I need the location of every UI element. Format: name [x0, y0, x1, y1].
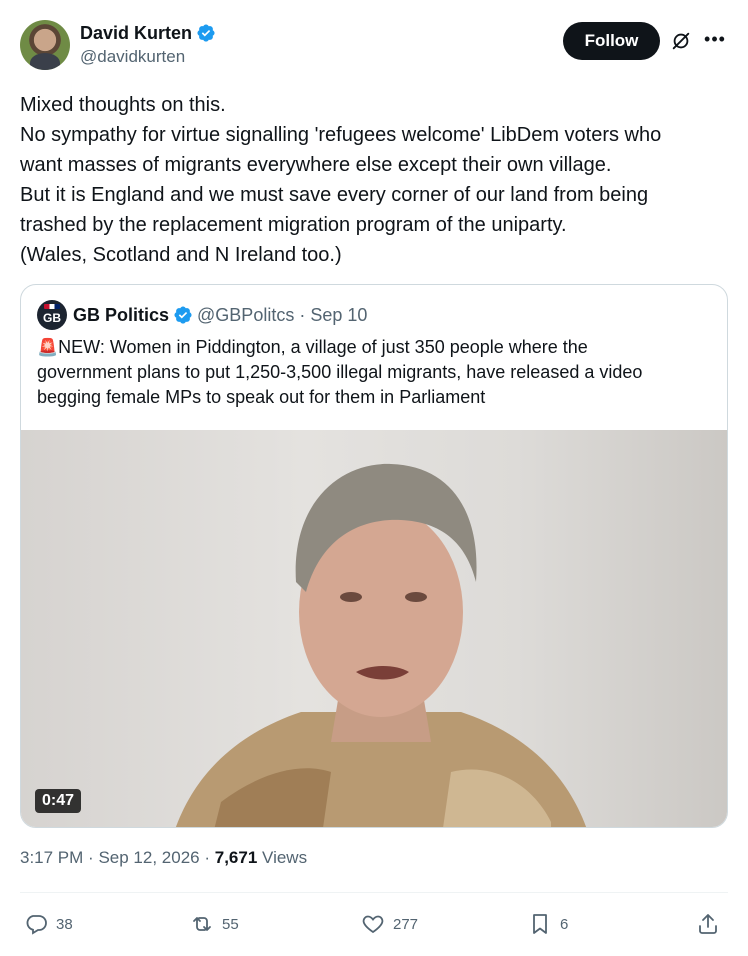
separator: · [204, 848, 211, 867]
quoted-tweet[interactable]: GB GB Politics @GBPolitcs · Sep 10 🚨NEW:… [20, 284, 728, 828]
share-icon [699, 914, 717, 934]
reply-icon [26, 915, 47, 935]
action-bar: 38 55 277 6 [20, 906, 728, 942]
author-name[interactable]: David Kurten [80, 22, 192, 44]
video-thumbnail [175, 463, 587, 827]
tweet-text: Mixed thoughts on this. No sympathy for … [20, 90, 730, 270]
views-label: Views [262, 848, 308, 867]
like-icon [362, 915, 384, 934]
tweet-meta: 3:17 PM · Sep 12, 2026 · 7,671 Views [20, 848, 307, 868]
quoted-author-name[interactable]: GB Politics [73, 305, 169, 326]
verified-badge-icon [197, 24, 215, 42]
like-button[interactable]: 277 [361, 906, 418, 942]
siren-icon: 🚨 [37, 338, 59, 357]
bookmark-icon [533, 914, 547, 934]
tweet-line: (Wales, Scotland and N Ireland too.) [20, 244, 342, 266]
quoted-date[interactable]: Sep 10 [310, 305, 367, 326]
tweet-header: David Kurten @davidkurten Follow ••• [20, 20, 728, 72]
views-count: 7,671 [214, 848, 258, 867]
quoted-author-handle[interactable]: @GBPolitcs [197, 305, 294, 326]
author-handle[interactable]: @davidkurten [80, 46, 216, 68]
tweet-line: But it is England and we must save every… [20, 184, 649, 206]
separator: · [299, 304, 306, 325]
bookmark-count: 6 [560, 915, 569, 933]
avatar[interactable] [20, 20, 70, 70]
follow-button[interactable]: Follow [563, 22, 660, 60]
grok-icon[interactable] [670, 30, 692, 52]
tweet-line: trashed by the replacement migration pro… [20, 214, 567, 236]
tweet-line: want masses of migrants everywhere else … [20, 154, 612, 176]
repost-button[interactable]: 55 [190, 906, 239, 942]
divider [20, 892, 728, 893]
bookmark-button[interactable]: 6 [528, 906, 568, 942]
quoted-tweet-header: GB GB Politics @GBPolitcs · Sep 10 [37, 300, 367, 330]
quoted-avatar[interactable]: GB [37, 300, 67, 330]
author-block: David Kurten @davidkurten [80, 22, 216, 68]
quoted-line: begging female MPs to speak out for them… [37, 387, 486, 407]
like-count: 277 [393, 915, 419, 933]
repost-count: 55 [222, 915, 239, 933]
tweet-time[interactable]: 3:17 PM [20, 848, 83, 867]
more-icon[interactable]: ••• [704, 28, 726, 50]
quoted-line: 🚨NEW: Women in Piddington, a village of … [37, 335, 717, 360]
separator: · [88, 848, 94, 867]
reply-count: 38 [56, 915, 73, 933]
tweet-line: No sympathy for virtue signalling 'refug… [20, 124, 662, 146]
quoted-tweet-text: 🚨NEW: Women in Piddington, a village of … [37, 335, 717, 410]
verified-badge-icon [174, 306, 192, 324]
tweet-line: Mixed thoughts on this. [20, 94, 226, 116]
repost-icon [193, 917, 211, 931]
tweet-date[interactable]: Sep 12, 2026 [98, 848, 199, 867]
reply-button[interactable]: 38 [24, 906, 73, 942]
video-player[interactable]: 0:47 [21, 430, 727, 827]
share-button[interactable] [696, 906, 728, 942]
video-duration: 0:47 [35, 789, 82, 813]
quoted-line: government plans to put 1,250-3,500 ille… [37, 362, 643, 382]
